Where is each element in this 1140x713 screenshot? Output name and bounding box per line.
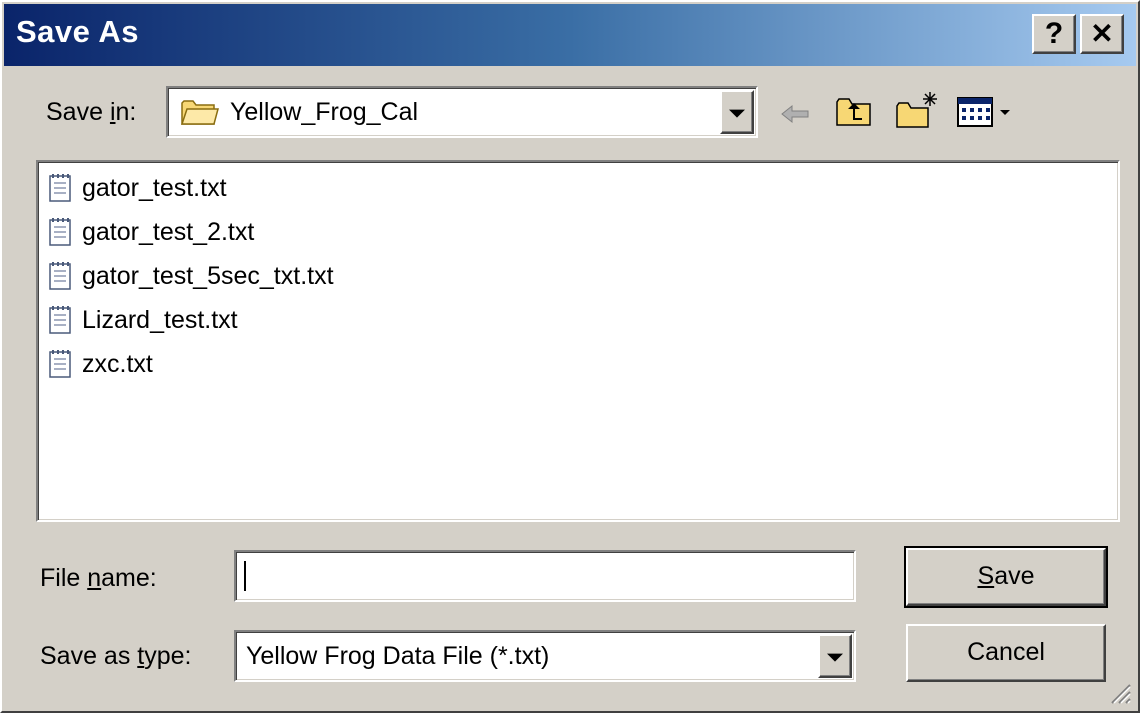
save-button[interactable]: Save — [904, 546, 1108, 608]
help-icon: ? — [1044, 17, 1064, 50]
list-item[interactable]: gator_test_5sec_txt.txt — [48, 256, 334, 296]
folder-icon — [180, 100, 219, 125]
window-title: Save As — [16, 14, 139, 49]
text-cursor — [244, 561, 246, 591]
cancel-button-label: Cancel — [967, 638, 1045, 666]
save-button-mnemonic: S — [977, 562, 995, 590]
file-name: gator_test_5sec_txt.txt — [82, 261, 334, 290]
title-bar[interactable]: Save As ? ✕ — [4, 4, 1136, 66]
file-name-label-suffix: ame: — [101, 564, 157, 592]
list-item[interactable]: gator_test_2.txt — [48, 212, 254, 252]
save-in-label: Save in: — [46, 98, 136, 127]
list-item[interactable]: zxc.txt — [48, 344, 153, 384]
save-as-type-selected: Yellow Frog Data File (*.txt) — [246, 642, 550, 670]
text-file-icon — [49, 218, 71, 246]
file-name: Lizard_test.txt — [82, 305, 238, 334]
views-menu-icon[interactable] — [956, 96, 1018, 128]
file-name-input[interactable] — [234, 550, 856, 602]
save-as-type-combobox[interactable]: Yellow Frog Data File (*.txt) — [234, 630, 856, 682]
save-button-label: ave — [994, 562, 1035, 590]
file-name-label-mnemonic: n — [87, 564, 102, 592]
new-folder-icon[interactable] — [894, 90, 940, 130]
save-in-label-prefix: Save — [46, 98, 110, 126]
save-as-type-dropdown-button[interactable] — [818, 634, 852, 678]
up-one-level-icon[interactable] — [834, 94, 874, 128]
back-arrow-icon[interactable] — [778, 102, 812, 126]
help-button[interactable]: ? — [1032, 14, 1076, 54]
text-file-icon — [49, 174, 71, 202]
file-list[interactable]: gator_test.txt gator_test_2.txt gator_te… — [36, 160, 1120, 522]
text-file-icon — [49, 306, 71, 334]
chevron-down-icon — [827, 653, 843, 662]
list-item[interactable]: Lizard_test.txt — [48, 300, 238, 340]
save-in-dropdown-button[interactable] — [720, 90, 754, 134]
file-name: gator_test_2.txt — [82, 217, 255, 246]
save-in-label-suffix: n: — [115, 98, 137, 126]
text-file-icon — [49, 262, 71, 290]
close-button[interactable]: ✕ — [1080, 14, 1124, 54]
save-as-type-label-prefix: Save as — [40, 642, 138, 670]
file-name-label: File name: — [40, 564, 157, 593]
save-in-current-folder: Yellow_Frog_Cal — [230, 98, 419, 126]
close-icon: ✕ — [1090, 18, 1114, 49]
save-as-dialog: Save As ? ✕ Save in: Yellow_Frog_Cal gat… — [0, 0, 1140, 713]
file-name: zxc.txt — [82, 349, 153, 378]
file-name: gator_test.txt — [82, 173, 227, 202]
text-file-icon — [49, 350, 71, 378]
chevron-down-icon — [729, 109, 745, 118]
list-item[interactable]: gator_test.txt — [48, 168, 227, 208]
save-as-type-label: Save as type: — [40, 642, 192, 671]
resize-grip-icon[interactable] — [1108, 681, 1132, 705]
file-name-label-prefix: File — [40, 564, 88, 592]
cancel-button[interactable]: Cancel — [906, 624, 1106, 682]
save-in-combobox[interactable]: Yellow_Frog_Cal — [166, 86, 758, 138]
save-as-type-label-suffix: ype: — [144, 642, 192, 670]
